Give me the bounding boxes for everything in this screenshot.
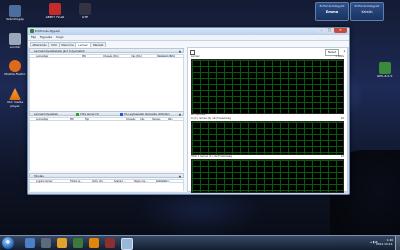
graph-title: HDD 1 lemez (1) vár/hosszúság (191, 155, 232, 158)
window-title: Erőforrás-figyelő (35, 29, 60, 33)
desktop-icon-label: GPU-Z.0.5. (376, 74, 394, 78)
taskbar-vlc-icon[interactable] (89, 238, 99, 248)
disk-activity-list[interactable] (29, 121, 184, 171)
desktop-icon-firefox[interactable]: Mozilla Firefox (2, 60, 28, 77)
firefox-icon (9, 60, 21, 72)
taskbar-resource-monitor-icon[interactable] (121, 238, 133, 250)
taskbar-ie-icon[interactable] (25, 238, 35, 248)
abbyy-icon (49, 3, 61, 15)
graph-disk1-queue (191, 159, 344, 193)
right-pane-graphs: Nézet ▾ Lemez 1 MB/s 60 másodperc 0 (C:)… (187, 47, 348, 193)
section-header-disk-activity[interactable]: Lemezműveletek 0 B/s Lemez I/O 0% Leghos… (29, 111, 184, 116)
resource-monitor-window: Erőforrás-figyelő – □ ✕ Fájl Figyelés Sú… (27, 27, 350, 195)
storage-list[interactable] (29, 183, 184, 191)
gadget-caption: Erőforrás-felügyelő (354, 5, 380, 8)
graphs-header: Nézet ▾ (190, 49, 345, 56)
app-icon (79, 3, 91, 15)
taskbar-folder-icon[interactable] (57, 238, 67, 248)
desktop-icon-label: Számítógép (6, 17, 24, 21)
show-desktop-button[interactable] (395, 236, 400, 250)
legend-blue-square (120, 113, 123, 116)
desktop-icon-computer[interactable]: Számítógép (2, 5, 28, 22)
section-title: Lemezműveletek (34, 112, 58, 116)
menu-monitor[interactable]: Figyelés (40, 35, 52, 40)
section-header-disk-processes[interactable]: Lemezműveletekkel járó folyamatok ▲ (29, 48, 184, 53)
desktop-icon-gpuz[interactable]: GPU-Z.0.5. (372, 62, 398, 79)
close-button[interactable]: ✕ (334, 28, 347, 33)
vlc-cone-icon (9, 88, 21, 100)
desktop-icon-label: ABBYY FineR (45, 15, 65, 19)
taskbar: ❖ ▴ ▮ ◐ 1:26 2012.10.24. (0, 235, 400, 250)
gpu-z-icon (379, 62, 391, 74)
gadget-name: Katalin (361, 10, 373, 14)
taskbar-explorer-icon[interactable] (41, 238, 51, 248)
minimize-button[interactable]: – (318, 28, 325, 33)
start-button[interactable]: ❖ (2, 237, 14, 249)
windows-logo-icon: ❖ (5, 239, 11, 246)
taskbar-app-icon[interactable] (105, 238, 115, 248)
desktop-icon-label: Lomtár (9, 45, 21, 49)
menu-help[interactable]: Súgó (56, 35, 64, 40)
desktop-icon-abbyy[interactable]: ABBYY FineR (42, 3, 68, 20)
desktop-icon-recycle-bin[interactable]: Lomtár (2, 33, 28, 50)
desktop-icon-label: Mozilla Firefox (4, 72, 26, 76)
desktop-icon-label: VLC media player (6, 100, 24, 108)
graph-disk (191, 59, 344, 114)
gadget-name: Emma (325, 10, 339, 14)
section-title: Tárolás (34, 174, 44, 178)
title-bar[interactable]: Erőforrás-figyelő – □ ✕ (28, 28, 349, 35)
resource-monitor-icon (30, 29, 34, 33)
maximize-button[interactable]: □ (326, 28, 333, 33)
graph-title: Lemez (191, 55, 200, 58)
section-title: Lemezműveletekkel járó folyamatok (34, 49, 85, 53)
gadget-emma[interactable]: Erőforrás-felügyelő Emma (315, 2, 349, 21)
desktop-icon-label: GTE (82, 15, 88, 19)
graph-disk0-queue (191, 121, 344, 155)
gadget-caption: Erőforrás-felügyelő (319, 5, 345, 8)
computer-icon (9, 5, 21, 17)
desktop-icon-gte[interactable]: GTE (72, 3, 98, 20)
chevron-down-icon[interactable]: ▾ (344, 49, 345, 54)
legend-green-square (76, 113, 79, 116)
graph-title: 0 (C:) lemez (0) vár/hosszúság (191, 117, 231, 120)
clock-date: 2012.10.24. (376, 242, 393, 246)
menu-file[interactable]: Fájl (31, 35, 36, 40)
clock[interactable]: 1:26 2012.10.24. (376, 238, 393, 246)
recycle-bin-icon (9, 33, 21, 45)
disk-processes-list[interactable] (29, 58, 184, 111)
desktop-icon-vlc[interactable]: VLC media player (2, 88, 28, 108)
tab-content: Lemezműveletekkel járó folyamatok ▲ Leme… (29, 47, 348, 193)
section-header-storage[interactable]: Tárolás ▲ (29, 173, 184, 178)
left-pane: Lemezműveletekkel járó folyamatok ▲ Leme… (29, 47, 184, 192)
taskbar-media-icon[interactable] (73, 238, 83, 248)
gadget-katalin[interactable]: Erőforrás-felügyelő Katalin (350, 2, 384, 21)
